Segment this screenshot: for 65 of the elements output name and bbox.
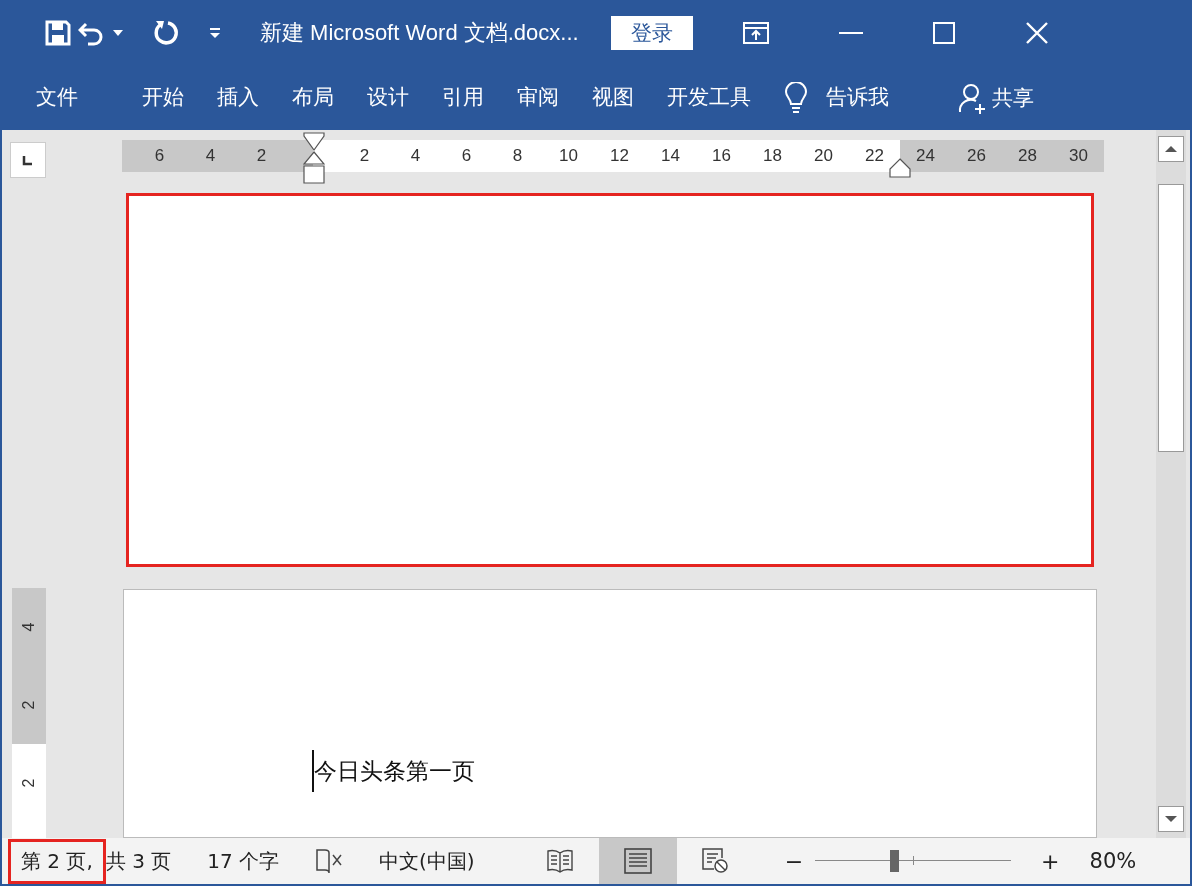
page-number[interactable]: 第 2 页, (8, 838, 106, 884)
ruler-number: 4 (12, 588, 46, 666)
language-indicator[interactable]: 中文(中国) (379, 847, 475, 875)
ruler-number: 14 (645, 140, 696, 172)
ribbon-tab[interactable]: 布局 (278, 76, 348, 120)
ruler-number: 12 (594, 140, 645, 172)
window-title: 新建 Microsoft Word 文档.docx... (260, 19, 579, 47)
lightbulb-icon[interactable] (784, 82, 808, 114)
ruler-number: 28 (1002, 140, 1053, 172)
document-text: 今日头条第一页 (314, 756, 475, 786)
ruler-number: 4 (185, 140, 236, 172)
ribbon-tab[interactable]: 插入 (203, 76, 273, 120)
zoom-slider[interactable] (815, 849, 1012, 873)
person-add-icon (958, 82, 988, 114)
dropdown-caret-icon[interactable] (112, 29, 124, 37)
ruler-number: 2 (236, 140, 313, 172)
ribbon-display-options-icon[interactable] (742, 22, 769, 44)
open-book-icon (545, 848, 574, 874)
ruler-number: 2 (12, 666, 46, 744)
vertical-scrollbar[interactable] (1156, 130, 1186, 838)
minimize-icon[interactable] (838, 32, 863, 34)
save-icon[interactable] (44, 19, 72, 47)
ribbon-tab[interactable]: 开发工具 (653, 76, 765, 120)
scrollbar-thumb[interactable] (1158, 184, 1184, 452)
ruler-number: 24 (900, 140, 951, 172)
ribbon-tab[interactable]: 引用 (428, 76, 498, 120)
ruler-number: 4 (390, 140, 441, 172)
tab-selector-icon[interactable] (10, 142, 46, 178)
customize-toolbar-icon[interactable] (208, 26, 222, 40)
text-cursor (312, 750, 314, 792)
scroll-down-icon[interactable] (1158, 806, 1184, 832)
page-count: 共 3 页 (105, 847, 172, 875)
web-page-icon (701, 848, 730, 874)
ruler-number: 2 (313, 140, 390, 172)
zoom-in-button[interactable]: + (1041, 848, 1060, 874)
ruler-number: 16 (696, 140, 747, 172)
share-button[interactable]: 共享 (954, 78, 1038, 118)
ribbon-tab[interactable]: 开始 (128, 76, 198, 120)
ruler-number: 22 (849, 140, 900, 172)
zoom-out-button[interactable]: − (784, 848, 804, 874)
ribbon-tab[interactable]: 视图 (578, 76, 648, 120)
word-count[interactable]: 17 个字 (207, 847, 280, 875)
ruler-number: 18 (747, 140, 798, 172)
page-lines-icon (623, 848, 652, 874)
ruler-number: 8 (492, 140, 543, 172)
tell-me-button[interactable]: 告诉我 (812, 76, 903, 120)
ruler-number: 6 (441, 140, 492, 172)
scroll-up-icon[interactable] (1158, 136, 1184, 162)
ruler-number: 26 (951, 140, 1002, 172)
ruler-number: 10 (543, 140, 594, 172)
redo-icon[interactable] (152, 19, 180, 47)
zoom-level[interactable]: 80% (1089, 849, 1137, 873)
ribbon-tab[interactable]: 设计 (353, 76, 423, 120)
ruler-number: 30 (1053, 140, 1104, 172)
ruler-number: 20 (798, 140, 849, 172)
ruler-number: 6 (122, 140, 185, 172)
indent-marker-icon[interactable] (303, 132, 325, 184)
zoom-slider-thumb[interactable] (889, 850, 899, 872)
right-indent-marker-icon[interactable] (889, 158, 911, 178)
ribbon-tab[interactable]: 审阅 (503, 76, 573, 120)
close-icon[interactable] (1024, 21, 1049, 45)
maximize-icon[interactable] (932, 22, 955, 44)
print-layout-button[interactable] (598, 838, 677, 884)
ribbon-tab[interactable]: 文件 (22, 76, 92, 120)
sign-in-button[interactable]: 登录 (610, 16, 693, 50)
